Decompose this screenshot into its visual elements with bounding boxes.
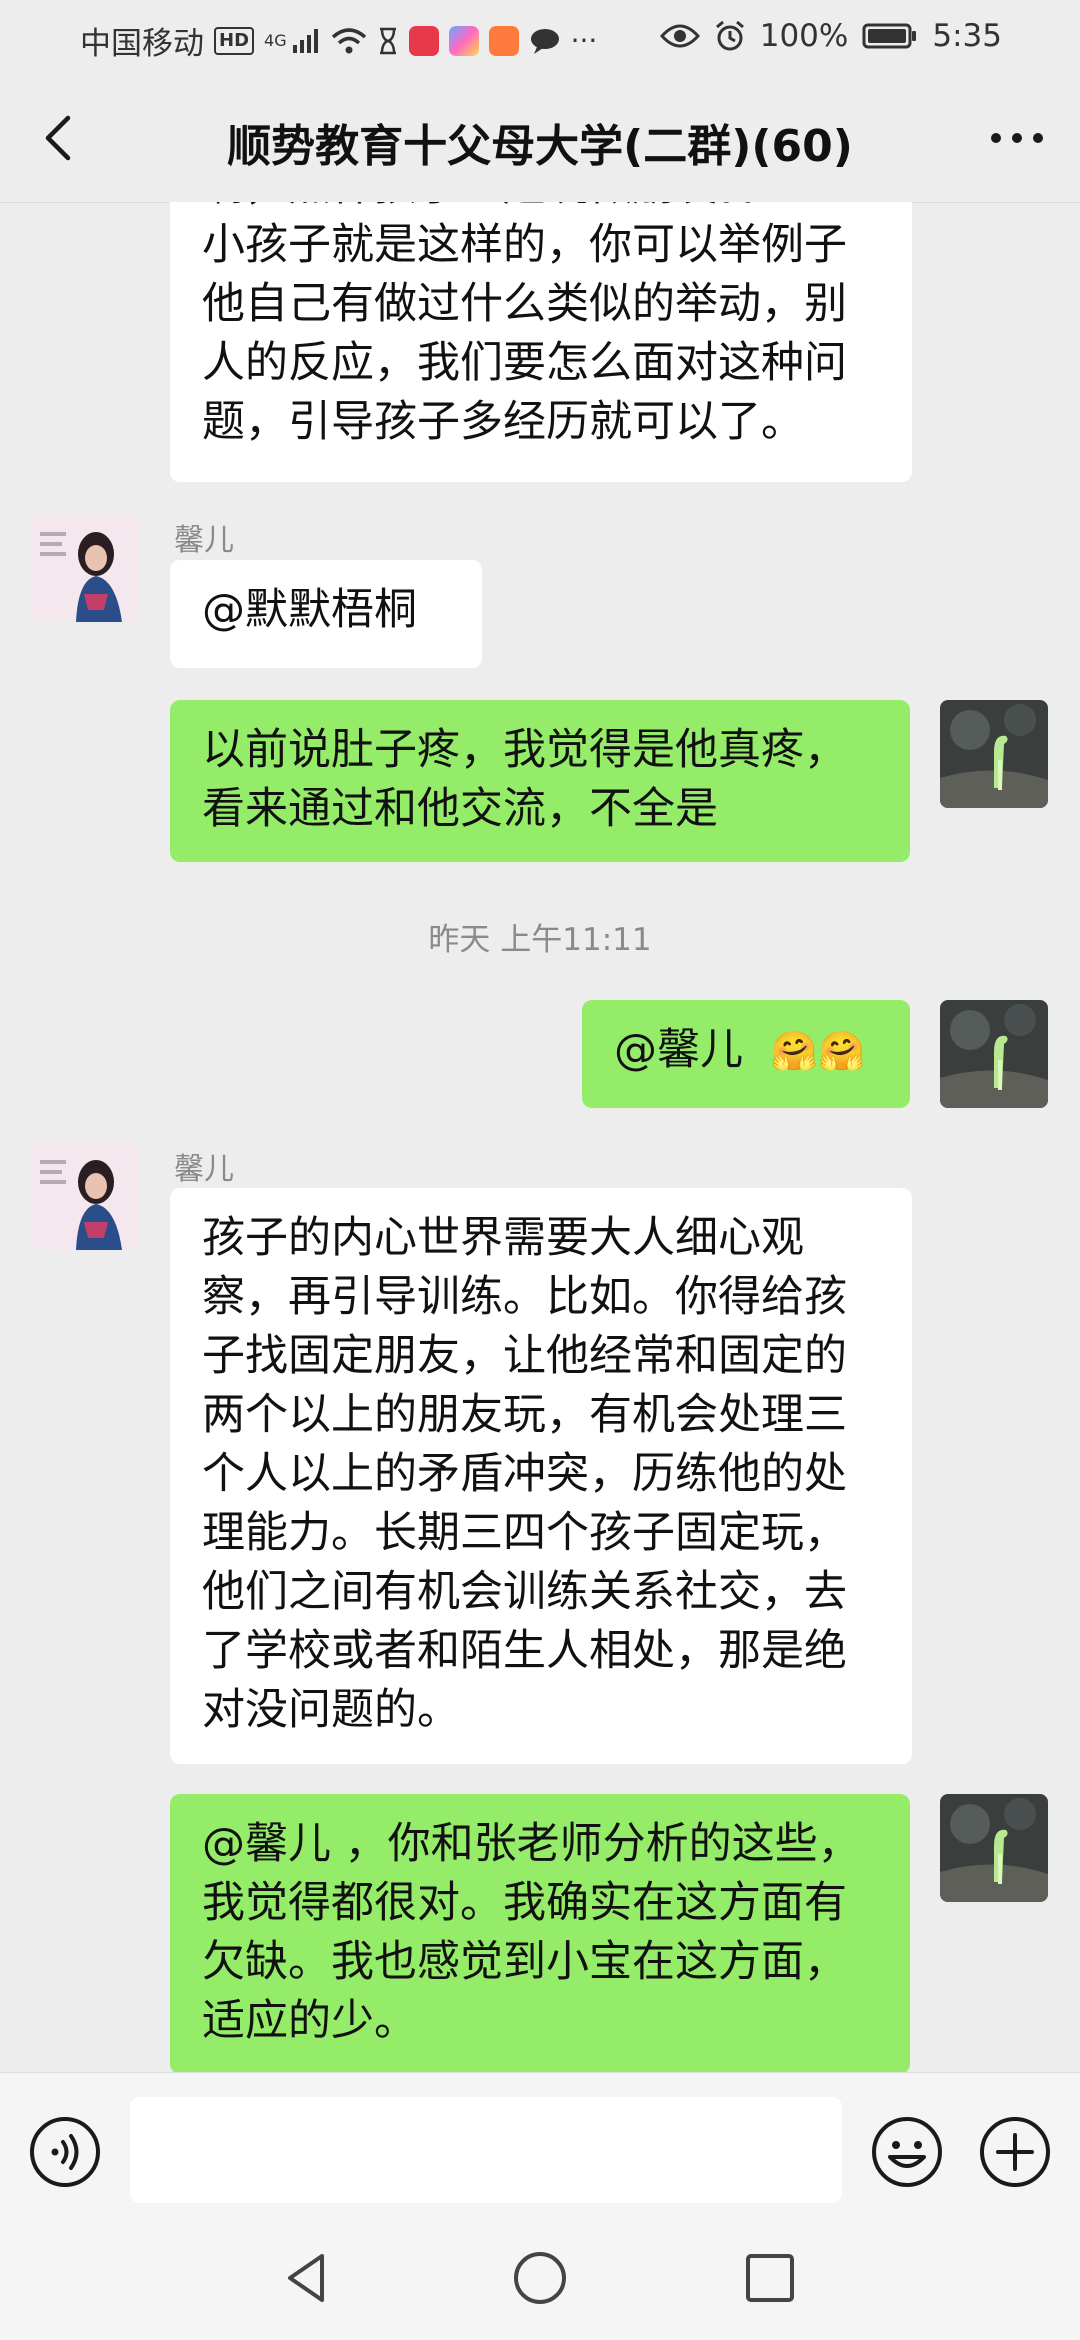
chevron-left-icon[interactable] <box>30 108 90 168</box>
emoji-icon[interactable] <box>870 2115 944 2189</box>
hug-emoji-icon: 🤗🤗 <box>770 1029 866 1073</box>
more-dots-icon[interactable] <box>982 108 1052 168</box>
message-bubble[interactable]: @默默梧桐 <box>170 560 482 668</box>
status-left: 中国移动 HD 4G ··· <box>80 18 597 63</box>
message-bubble[interactable]: 啊，点样孩子一起玩做朋友。。 小孩子就是这样的，你可以举例子 他自己有做过什么类… <box>170 202 912 482</box>
nav-back-triangle-icon[interactable] <box>278 2248 338 2308</box>
clock: 5:35 <box>932 18 1002 54</box>
battery-percent: 100% <box>759 18 849 54</box>
avatar-image <box>32 1142 140 1250</box>
carrier-label: 中国移动 <box>80 26 204 62</box>
message-bubble[interactable]: 以前说肚子疼，我觉得是他真疼， 看来通过和他交流，不全是 <box>170 700 910 862</box>
message-input[interactable] <box>130 2097 842 2203</box>
voice-icon[interactable] <box>28 2115 102 2189</box>
app-notification-icon <box>448 25 479 56</box>
message-line: 了学校或者和陌生人相处，那是绝 <box>202 1626 847 1676</box>
wifi-icon <box>331 27 366 53</box>
avatar[interactable] <box>940 1794 1048 1902</box>
hd-badge: HD <box>214 26 255 55</box>
battery-icon <box>862 23 917 49</box>
message-line: 人的反应，我们要怎么面对这种问 <box>202 338 847 388</box>
signal-icon <box>292 28 318 53</box>
sender-name: 馨儿 <box>174 523 234 558</box>
message-line: 以前说肚子疼，我觉得是他真疼， <box>202 725 847 775</box>
message-line: 我觉得都很对。我确实在这方面有 <box>202 1878 847 1928</box>
avatar-image <box>940 1794 1048 1902</box>
message-line: 欠缺。我也感觉到小宝在这方面， <box>202 1937 847 1987</box>
chat-header: 顺势教育十父母大学(二群)(60) <box>0 74 1080 203</box>
alarm-icon <box>715 20 744 51</box>
message-bubble[interactable]: 孩子的内心世界需要大人细心观 察，再引导训练。比如。你得给孩 子找固定朋友，让他… <box>170 1188 912 1764</box>
message-line: 理能力。长期三四个孩子固定玩， <box>202 1508 847 1558</box>
status-bar: 中国移动 HD 4G ··· 100% 5:35 <box>0 0 1080 74</box>
timestamp: 昨天 上午11:11 <box>428 922 652 958</box>
avatar-image <box>940 700 1048 808</box>
chat-bubble-icon <box>530 28 559 54</box>
message-line: @默默梧桐 <box>202 585 417 635</box>
input-bar <box>0 2072 1080 2225</box>
avatar-image <box>940 1000 1048 1108</box>
nav-recents-square-icon[interactable] <box>740 2248 800 2308</box>
message-list[interactable]: 啊，点样孩子一起玩做朋友。。 小孩子就是这样的，你可以举例子 他自己有做过什么类… <box>0 202 1080 2072</box>
mention-text: @馨儿 <box>614 1025 743 1075</box>
message-line: 他自己有做过什么类似的举动，别 <box>202 279 847 329</box>
more-notifications-icon: ··· <box>570 24 598 57</box>
message-line: 子找固定朋友，让他经常和固定的 <box>202 1331 847 1381</box>
message-line: 他们之间有机会训练关系社交，去 <box>202 1567 847 1617</box>
network-label: 4G <box>264 31 287 50</box>
app-notification-icon <box>408 25 439 56</box>
avatar-image <box>32 514 140 622</box>
message-line: 题，引导孩子多经历就可以了。 <box>202 397 804 447</box>
message-line: 察，再引导训练。比如。你得给孩 <box>202 1272 847 1322</box>
nav-home-circle-icon[interactable] <box>510 2248 570 2308</box>
avatar[interactable] <box>32 1142 140 1250</box>
avatar[interactable] <box>940 700 1048 808</box>
message-line: 个人以上的矛盾冲突，历练他的处 <box>202 1449 847 1499</box>
message-line: 啊，点样孩子一起玩做朋友。。 <box>202 202 880 216</box>
chat-title: 顺势教育十父母大学(二群)(60) <box>227 121 853 172</box>
plus-icon[interactable] <box>978 2115 1052 2189</box>
message-bubble[interactable]: @馨儿 🤗🤗 <box>582 1000 910 1108</box>
sender-name: 馨儿 <box>174 1152 234 1187</box>
message-line: 适应的少。 <box>202 1996 417 2046</box>
eye-icon <box>659 24 700 48</box>
message-line: 对没问题的。 <box>202 1685 460 1735</box>
system-nav-bar <box>0 2224 1080 2340</box>
app-notification-icon <box>488 25 519 56</box>
message-line: 看来通过和他交流，不全是 <box>202 784 718 834</box>
message-line: 孩子的内心世界需要大人细心观 <box>202 1213 804 1263</box>
message-line: @馨儿 ，你和张老师分析的这些， <box>202 1819 861 1869</box>
message-line: 两个以上的朋友玩，有机会处理三 <box>202 1390 847 1440</box>
status-right: 100% 5:35 <box>659 18 1002 54</box>
hourglass-icon <box>379 27 396 54</box>
avatar[interactable] <box>940 1000 1048 1108</box>
message-bubble[interactable]: @馨儿 ，你和张老师分析的这些， 我觉得都很对。我确实在这方面有 欠缺。我也感觉… <box>170 1794 910 2072</box>
avatar[interactable] <box>32 514 140 622</box>
message-line: @馨儿 🤗🤗 <box>614 1021 878 1081</box>
message-line: 小孩子就是这样的，你可以举例子 <box>202 220 847 270</box>
